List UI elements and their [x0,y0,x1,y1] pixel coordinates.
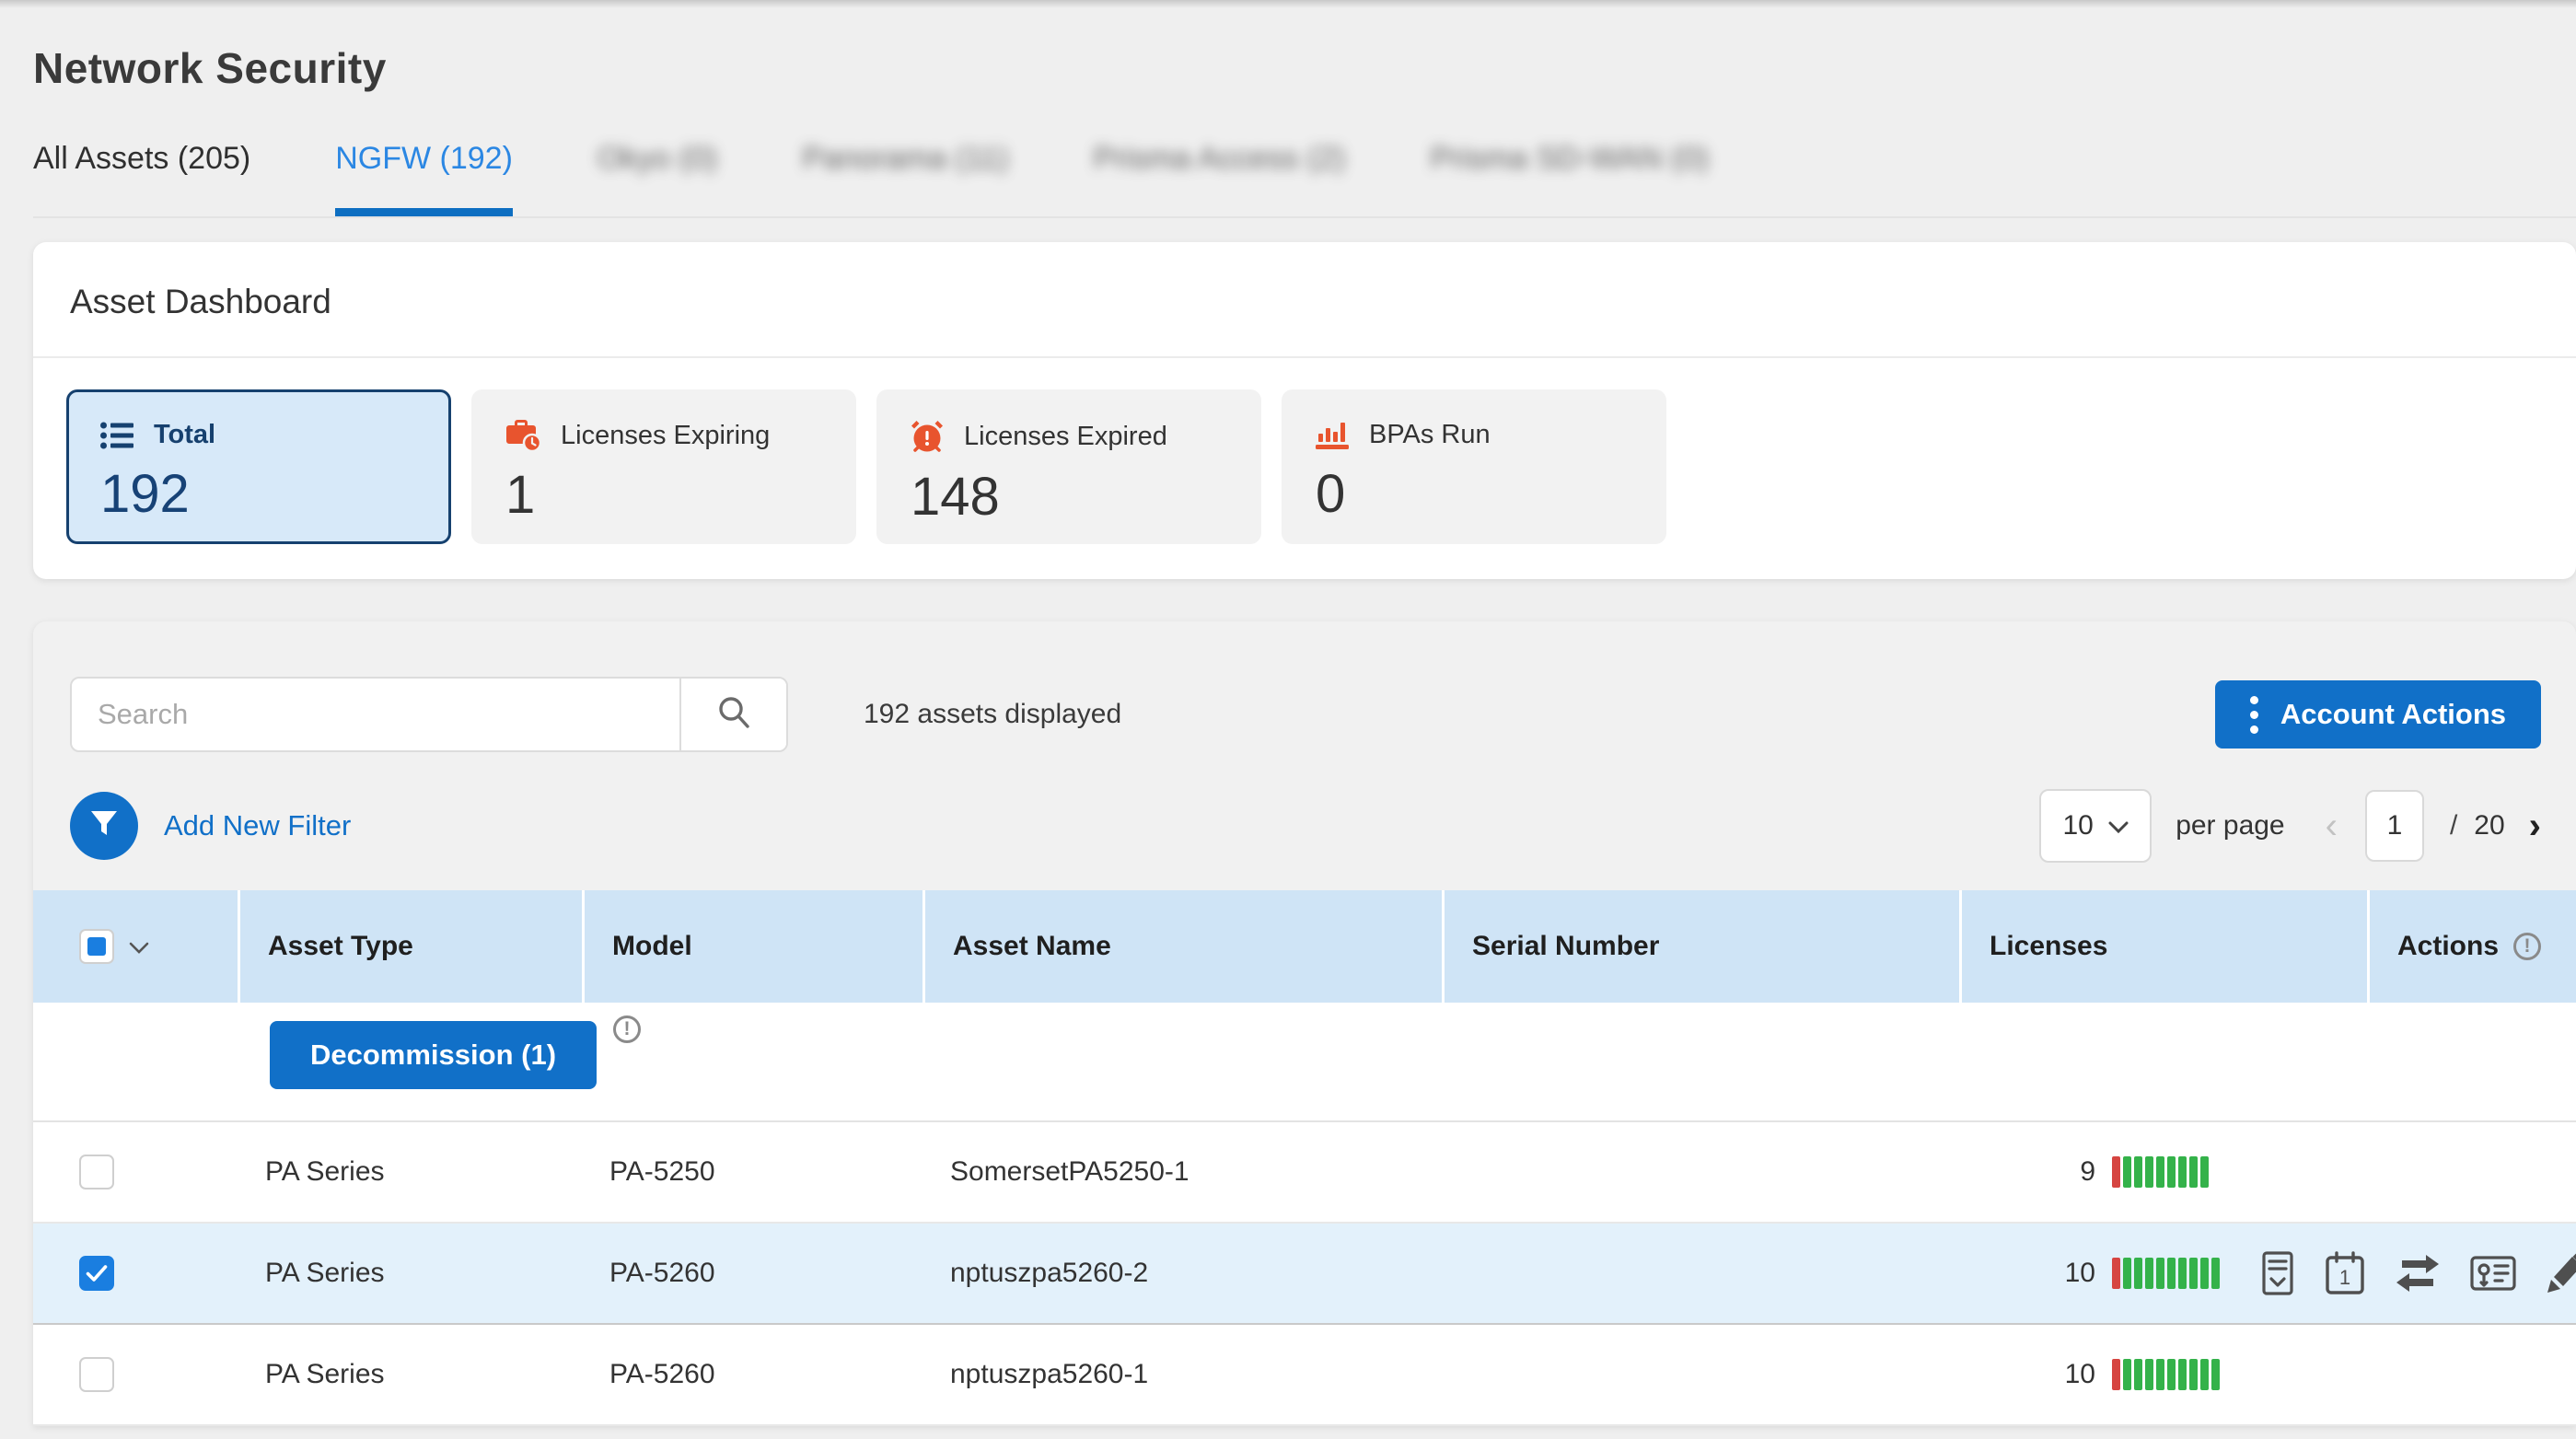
stat-card-bpas-run[interactable]: BPAs Run 0 [1282,389,1666,544]
col-asset-type[interactable]: Asset Type [238,890,582,1003]
toolbox-clock-icon [505,420,540,451]
table-toolbar: 192 assets displayed Account Actions [33,621,2576,752]
per-page-select[interactable]: 10 [2039,789,2152,863]
prev-page-icon[interactable]: ‹ [2326,806,2338,847]
top-edge-strip [0,0,2576,8]
select-all-cell [33,890,238,1003]
total-pages: 20 [2474,810,2504,841]
tab-ngfw[interactable]: NGFW (192) [335,141,513,216]
search-box [70,677,788,752]
svg-text:1: 1 [2339,1266,2350,1289]
stat-label: BPAs Run [1369,420,1491,450]
model-cell: PA-5260 [582,1258,922,1289]
calendar-date-icon[interactable]: 1 [2325,1251,2365,1295]
stat-value: 1 [505,464,826,526]
tab-prisma-sdwan[interactable]: Prisma SD-WAN (0) [1430,141,1709,216]
transfer-arrows-icon[interactable] [2395,1255,2441,1292]
tab-panorama[interactable]: Panorama (11) [802,141,1008,216]
license-bars [2112,1258,2220,1289]
stat-label: Licenses Expired [964,422,1167,452]
col-serial-number[interactable]: Serial Number [1442,890,1959,1003]
chevron-down-icon [2108,810,2129,841]
decommission-button[interactable]: Decommission (1) [270,1021,597,1089]
col-actions[interactable]: Actions ! [2367,890,2576,1003]
license-certificate-icon[interactable] [2470,1254,2516,1293]
actions-info-icon[interactable]: ! [2513,933,2541,960]
table-row[interactable]: PA Series PA-5260 nptuszpa5260-1 10 [33,1325,2576,1426]
alarm-clock-icon [911,420,944,453]
license-count: 10 [1959,1359,2095,1390]
select-all-checkbox[interactable] [79,929,114,964]
kebab-icon [2250,696,2258,734]
asset-type-cell: PA Series [238,1258,582,1289]
stat-value: 0 [1316,463,1636,525]
row-checkbox[interactable] [79,1256,114,1291]
row-checkbox[interactable] [79,1357,114,1392]
row-checkbox[interactable] [79,1155,114,1189]
page-title: Network Security [33,43,2576,93]
funnel-icon [89,809,119,843]
next-page-icon[interactable]: › [2529,806,2541,847]
row-actions: 1 [2260,1251,2576,1295]
page-number-input[interactable] [2365,790,2424,862]
asset-name-cell: nptuszpa5260-1 [922,1359,1442,1390]
stat-card-licenses-expired[interactable]: Licenses Expired 148 [876,389,1261,544]
stat-card-total[interactable]: Total 192 [66,389,451,544]
model-cell: PA-5250 [582,1156,922,1188]
table-row[interactable]: PA Series PA-5260 nptuszpa5260-2 10 1 [33,1224,2576,1325]
stat-value: 192 [100,463,421,525]
stat-value: 148 [911,466,1231,528]
asset-dashboard-card: Asset Dashboard Total 192 Licenses Expir… [33,242,2576,579]
list-icon [100,422,133,449]
stat-label: Licenses Expiring [561,421,770,451]
edit-pencil-icon[interactable] [2546,1252,2576,1294]
pagination: 10 per page ‹ / 20 › [2039,789,2541,863]
asset-name-cell: nptuszpa5260-2 [922,1258,1442,1289]
stat-label: Total [154,420,215,450]
tab-all-assets[interactable]: All Assets (205) [33,141,250,216]
per-page-label: per page [2176,810,2284,841]
license-bars [2112,1359,2220,1390]
asset-name-cell: SomersetPA5250-1 [922,1156,1442,1188]
search-button[interactable] [679,679,786,750]
asset-tabs: All Assets (205) NGFW (192) Okyo (0) Pan… [33,141,2576,218]
search-input[interactable] [72,679,679,750]
software-versions-icon[interactable] [2260,1251,2295,1295]
asset-dashboard-title: Asset Dashboard [33,242,2576,358]
model-cell: PA-5260 [582,1359,922,1390]
search-icon [715,694,752,736]
page-separator: / [2450,810,2457,841]
col-model[interactable]: Model [582,890,922,1003]
add-new-filter-link[interactable]: Add New Filter [164,809,351,842]
decommission-info-icon[interactable]: ! [613,1015,641,1043]
stat-cards: Total 192 Licenses Expiring 1 [33,358,2576,579]
license-count: 9 [1959,1156,2095,1188]
bar-chart-icon [1316,421,1349,450]
table-row[interactable]: PA Series PA-5250 SomersetPA5250-1 9 [33,1122,2576,1224]
table-header-row: Asset Type Model Asset Name Serial Numbe… [33,890,2576,1003]
asset-type-cell: PA Series [238,1359,582,1390]
assets-table-card: 192 assets displayed Account Actions Add… [33,621,2576,1426]
account-actions-button[interactable]: Account Actions [2215,680,2541,749]
add-filter-button[interactable] [70,792,138,860]
page-header: Network Security All Assets (205) NGFW (… [0,8,2576,218]
license-count: 10 [1959,1258,2095,1289]
bulk-action-row: Decommission (1) ! [33,1003,2576,1122]
select-menu-chevron-icon[interactable] [129,931,149,962]
tab-okyo[interactable]: Okyo (0) [598,141,717,216]
tab-prisma-access[interactable]: Prisma Access (2) [1094,141,1346,216]
network-security-page: Network Security All Assets (205) NGFW (… [0,0,2576,1439]
col-licenses[interactable]: Licenses [1959,890,2367,1003]
filter-row: Add New Filter 10 per page ‹ / 20 › [33,752,2576,890]
asset-type-cell: PA Series [238,1156,582,1188]
stat-card-licenses-expiring[interactable]: Licenses Expiring 1 [471,389,856,544]
col-asset-name[interactable]: Asset Name [922,890,1442,1003]
license-bars [2112,1156,2209,1188]
assets-displayed-text: 192 assets displayed [864,699,1121,730]
